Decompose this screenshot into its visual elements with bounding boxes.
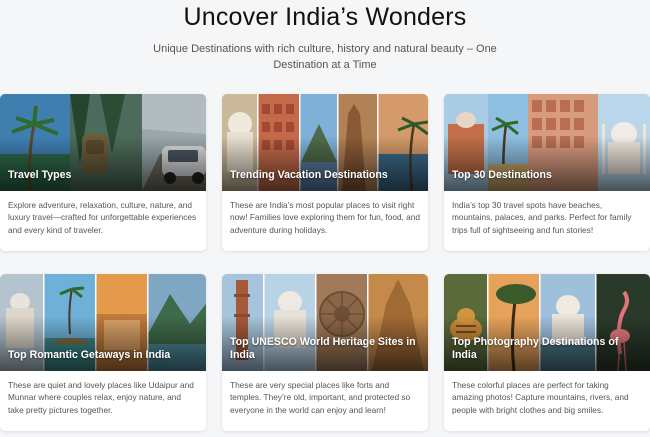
card-description: These are India’s most popular places to… [230,200,421,235]
card-image: Trending Vacation Destinations [222,94,428,191]
card-top-unesco-heritage-sites[interactable]: Top UNESCO World Heritage Sites in India… [222,274,428,431]
card-top-photography-destinations[interactable]: Top Photography Destinations of India Th… [444,274,650,431]
page-subtitle: Unique Destinations with rich culture, h… [153,43,497,71]
card-title: Top Romantic Getaways in India [8,349,171,361]
card-title: Trending Vacation Destinations [230,169,388,181]
card-description: These are very special places like forts… [230,380,411,415]
card-image: Top Romantic Getaways in India [0,274,206,371]
page-title: Uncover India’s Wonders [183,3,467,31]
card-top-30-destinations[interactable]: Top 30 Destinations India’s top 30 trave… [444,94,650,251]
card-image: Travel Types [0,94,206,191]
card-title: Top Photography Destinations of India [452,336,619,361]
card-title: Top UNESCO World Heritage Sites in India [230,336,416,361]
card-title: Top 30 Destinations [452,169,552,181]
card-trending-vacation-destinations[interactable]: Trending Vacation Destinations These are… [222,94,428,251]
card-description: India’s top 30 travel spots have beaches… [452,200,632,235]
card-description: These colorful places are perfect for ta… [452,380,629,415]
card-image: Top Photography Destinations of India [444,274,650,371]
card-description: Explore adventure, relaxation, culture, … [8,200,197,235]
card-title: Travel Types [8,169,72,181]
card-description: These are quiet and lovely places like U… [8,380,194,415]
card-image: Top 30 Destinations [444,94,650,191]
card-travel-types[interactable]: Travel Types Explore adventure, relaxati… [0,94,206,251]
card-image: Top UNESCO World Heritage Sites in India [222,274,428,371]
card-top-romantic-getaways[interactable]: Top Romantic Getaways in India These are… [0,274,206,431]
